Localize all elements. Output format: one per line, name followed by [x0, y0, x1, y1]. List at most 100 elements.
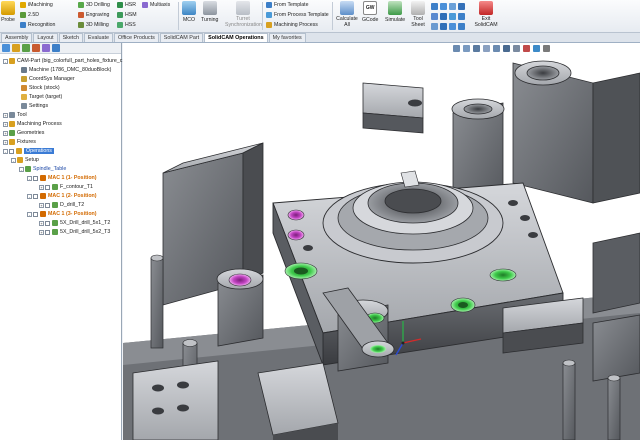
zoom-area-icon[interactable]: [463, 45, 470, 52]
tree-settings[interactable]: Settings: [21, 102, 48, 110]
from-template-button[interactable]: From Template: [266, 2, 309, 8]
machining-process-icon: [266, 22, 272, 28]
3d-drilling-button[interactable]: 3D Drilling: [78, 2, 110, 8]
tab-office-products[interactable]: Office Products: [114, 33, 159, 42]
save-icon[interactable]: [458, 13, 465, 20]
hsm-button[interactable]: HSM: [117, 12, 137, 18]
3d-drilling-icon: [78, 2, 84, 8]
engraving-icon: [78, 12, 84, 18]
tree-op-d-drill[interactable]: + D_drill_T2: [39, 201, 84, 209]
zoom-fit-icon[interactable]: [453, 45, 460, 52]
tree-mac1-pos3[interactable]: - MAC 1 (3- Position): [27, 210, 97, 218]
previous-view-icon[interactable]: [473, 45, 480, 52]
view-settings-icon[interactable]: [543, 45, 550, 52]
tab-evaluate[interactable]: Evaluate: [84, 33, 114, 42]
appearance-icon[interactable]: [523, 45, 530, 52]
recognition-icon: [20, 22, 26, 28]
multiaxis-button[interactable]: Multiaxis: [142, 2, 170, 8]
tool-table-icon[interactable]: [440, 3, 447, 10]
3d-milling-button[interactable]: 3D Milling: [78, 22, 109, 28]
mco-button[interactable]: MCO: [182, 1, 196, 23]
simulate-button[interactable]: Simulate: [385, 1, 405, 23]
camera-icon[interactable]: [52, 44, 60, 52]
settings-icon[interactable]: [458, 3, 465, 10]
tree-machining-process[interactable]: + Machining Process: [3, 120, 62, 128]
report-icon[interactable]: [449, 23, 456, 30]
turning-button[interactable]: Turning: [201, 1, 218, 23]
tree-mac1-pos1[interactable]: - MAC 1 (1- Position): [27, 174, 97, 182]
2-5d-button[interactable]: 2.5D: [20, 12, 39, 18]
tree-setup[interactable]: - Setup: [11, 156, 39, 164]
machining-process-button[interactable]: Machining Process: [266, 22, 318, 28]
section-view-icon[interactable]: [483, 45, 490, 52]
recognition-button[interactable]: Recognition: [20, 22, 55, 28]
tab-assembly[interactable]: Assembly: [1, 33, 33, 42]
tree-machine[interactable]: Machine (1786_DMC_80duoBlock): [21, 66, 111, 74]
tree-op-5x-drill-2[interactable]: +5X_Drill_drill_5x2_T3: [39, 228, 110, 236]
mac-icon: [40, 211, 46, 217]
coordsys-icon: [21, 76, 27, 82]
exit-solidcam-button[interactable]: Exit SolidCAM: [474, 1, 498, 28]
tree-target[interactable]: Target (target): [21, 93, 62, 101]
setup-folder-icon: [17, 157, 23, 163]
calculate-all-button[interactable]: Calculate All: [336, 1, 358, 28]
property-icon[interactable]: [12, 44, 20, 52]
hide-show-icon[interactable]: [513, 45, 520, 52]
panel-toolbar: [0, 43, 121, 54]
display-icon[interactable]: [42, 44, 50, 52]
setup-icon[interactable]: [431, 3, 438, 10]
engraving-button[interactable]: Engraving: [78, 12, 109, 18]
scene-icon[interactable]: [533, 45, 540, 52]
imachining-button[interactable]: iMachining: [20, 2, 53, 8]
tab-layout[interactable]: Layout: [33, 33, 58, 42]
probe-icon: [1, 1, 15, 15]
2-5d-icon: [20, 12, 26, 18]
view-orientation-icon[interactable]: [493, 45, 500, 52]
copy-icon[interactable]: [449, 13, 456, 20]
import-icon[interactable]: [440, 13, 447, 20]
drill-op-icon: [52, 220, 58, 226]
from-process-template-button[interactable]: From Process Template: [266, 12, 329, 18]
tab-solidcam-operations[interactable]: SolidCAM Operations: [204, 33, 268, 42]
probe-button[interactable]: Probe: [1, 1, 15, 23]
view-icon[interactable]: [449, 3, 456, 10]
tree-op-5x-drill-1[interactable]: +5X_Drill_drill_5x1_T2: [39, 219, 110, 227]
options-icon[interactable]: [458, 23, 465, 30]
turning-icon: [202, 1, 217, 15]
graphics-viewport[interactable]: [123, 43, 640, 440]
command-tabs: Assembly Layout Sketch Evaluate Office P…: [0, 33, 640, 43]
settings-gear-icon: [21, 103, 27, 109]
tree-coordsys[interactable]: CoordSys Manager: [21, 75, 75, 83]
tree-op-f-contour[interactable]: + F_contour_T1: [39, 183, 93, 191]
simulate-icon: [388, 1, 403, 15]
contour-op-icon: [52, 184, 58, 190]
gcode-button[interactable]: GW GCode: [362, 1, 378, 23]
hss-button[interactable]: HSS: [117, 22, 136, 28]
tab-my-favorites[interactable]: My favorites: [268, 33, 306, 42]
tree-geometries[interactable]: + Geometries: [3, 129, 44, 137]
tree-fixtures[interactable]: + Fixtures: [3, 138, 36, 146]
help-icon[interactable]: [431, 23, 438, 30]
tool-sheet-button[interactable]: Tool Sheet: [409, 1, 427, 28]
tree-operations[interactable]: - Operations: [3, 147, 54, 155]
tree-cam-part[interactable]: - CAM-Part (big_colorfull_part_holes_fixt…: [3, 57, 122, 65]
export-icon[interactable]: [431, 13, 438, 20]
exit-icon: [479, 1, 493, 15]
geometries-icon: [9, 130, 15, 136]
hsr-button[interactable]: HSR: [117, 2, 136, 8]
fixtures-icon: [9, 139, 15, 145]
solidcam-manager-icon[interactable]: [32, 44, 40, 52]
tree-tool[interactable]: + Tool: [3, 111, 27, 119]
tab-solidcam-part[interactable]: SolidCAM Part: [159, 33, 204, 42]
tree-spindle-table[interactable]: - Spindle_Table: [19, 165, 66, 173]
tree-mac1-pos2[interactable]: - MAC 1 (2- Position): [27, 192, 97, 200]
turret-synchronization-button[interactable]: Turret Synchronization: [225, 1, 262, 28]
config-icon[interactable]: [22, 44, 30, 52]
info-icon[interactable]: [440, 23, 447, 30]
operations-icon: [16, 148, 22, 154]
drill-op-icon: [52, 202, 58, 208]
tab-sketch[interactable]: Sketch: [58, 33, 84, 42]
feature-tree-icon[interactable]: [2, 44, 10, 52]
display-style-icon[interactable]: [503, 45, 510, 52]
tree-stock[interactable]: Stock (stock): [21, 84, 60, 92]
